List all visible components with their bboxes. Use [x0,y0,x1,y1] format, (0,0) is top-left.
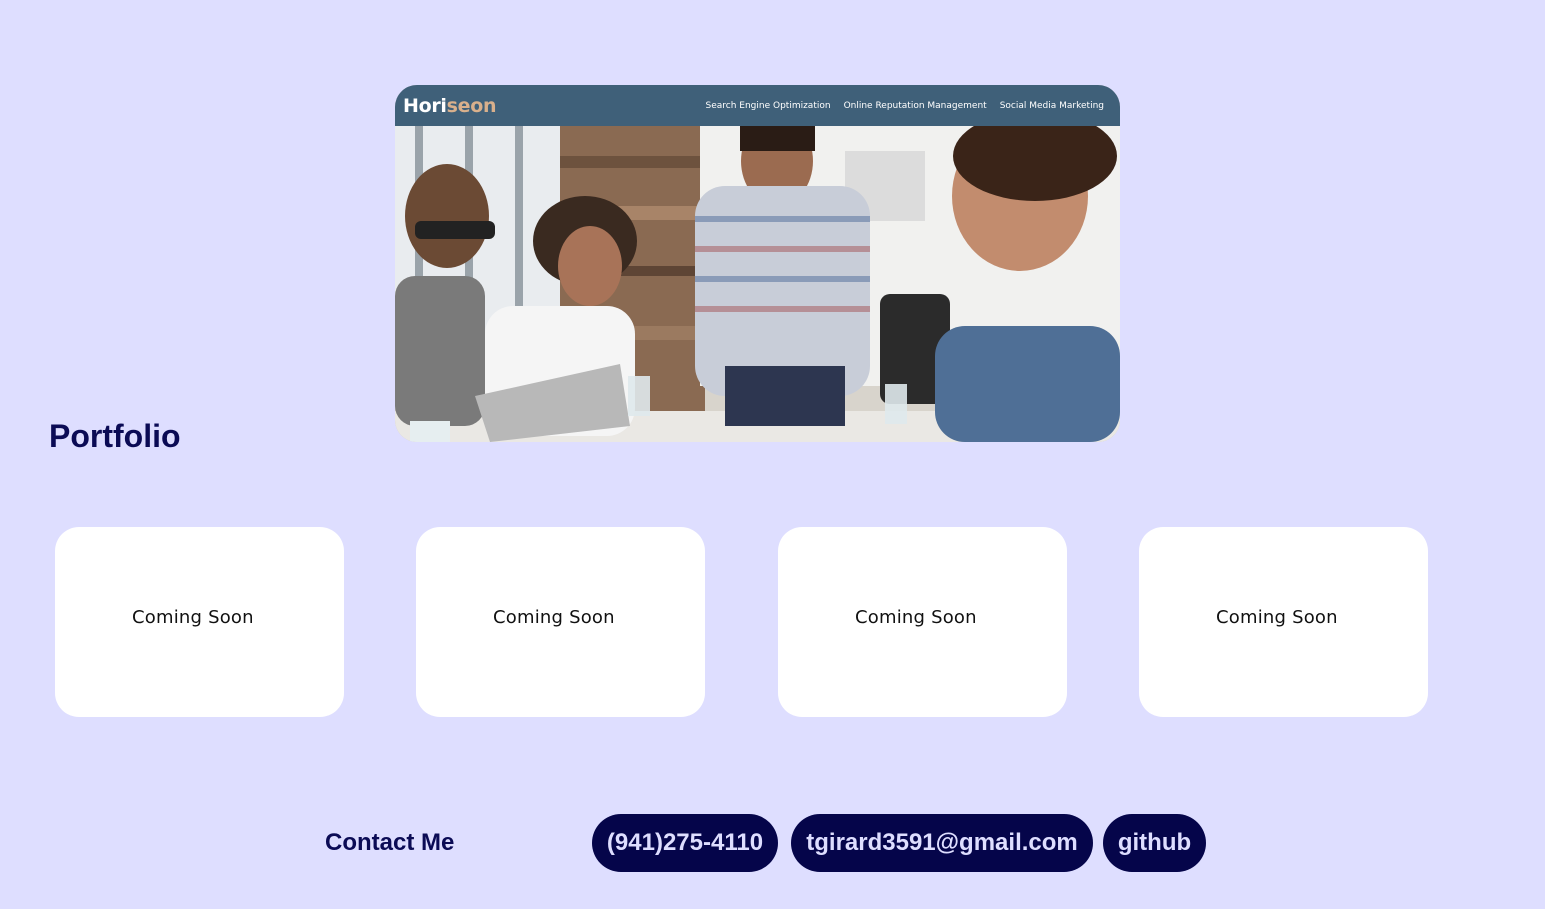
project-card-3[interactable]: Coming Soon [778,527,1067,717]
featured-nav-seo: Search Engine Optimization [705,100,831,111]
portfolio-heading: Portfolio [49,418,181,454]
project-card-label: Coming Soon [855,607,977,628]
logo-accent-text: seon [446,94,497,117]
featured-project-nav: Search Engine Optimization Online Reputa… [706,101,1105,111]
logo-main-text: Hori [403,94,447,117]
team-meeting-photo [395,126,1120,442]
featured-project-link[interactable]: Horiseon Search Engine Optimization Onli… [395,85,1120,442]
project-card-4[interactable]: Coming Soon [1139,527,1428,717]
contact-heading: Contact Me [325,829,455,856]
project-card-1[interactable]: Coming Soon [55,527,344,717]
page: Portfolio Horiseon Search Engine Optimiz… [0,0,1545,909]
email-link[interactable]: tgirard3591@gmail.com [791,814,1093,872]
phone-link[interactable]: (941)275-4110 [592,814,778,872]
featured-nav-orm: Online Reputation Management [843,100,987,111]
featured-project-header: Horiseon Search Engine Optimization Onli… [395,85,1120,126]
project-card-label: Coming Soon [132,607,254,628]
horiseon-logo: Horiseon [403,94,497,117]
project-card-2[interactable]: Coming Soon [416,527,705,717]
featured-nav-smm: Social Media Marketing [999,100,1104,111]
project-card-label: Coming Soon [493,607,615,628]
team-meeting-illustration [395,126,1120,442]
github-link[interactable]: github [1103,814,1206,872]
project-card-label: Coming Soon [1216,607,1338,628]
